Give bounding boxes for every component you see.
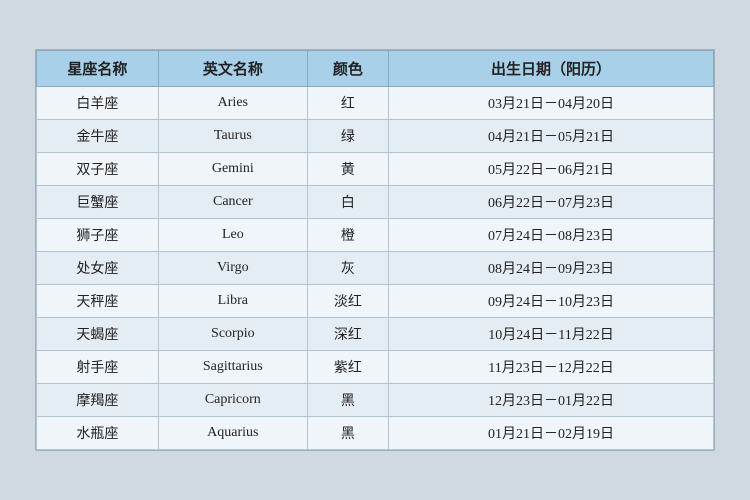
cell-english: Gemini [158,153,307,186]
cell-chinese: 双子座 [37,153,159,186]
cell-color: 黑 [307,384,388,417]
cell-color: 红 [307,87,388,120]
cell-color: 淡红 [307,285,388,318]
table-row: 摩羯座Capricorn黑12月23日－01月22日 [37,384,714,417]
header-english: 英文名称 [158,51,307,87]
cell-chinese: 天蝎座 [37,318,159,351]
cell-chinese: 天秤座 [37,285,159,318]
zodiac-table-container: 星座名称 英文名称 颜色 出生日期（阳历） 白羊座Aries红03月21日－04… [35,49,715,451]
cell-date: 10月24日－11月22日 [389,318,714,351]
cell-english: Scorpio [158,318,307,351]
cell-date: 03月21日－04月20日 [389,87,714,120]
cell-date: 06月22日－07月23日 [389,186,714,219]
cell-date: 07月24日－08月23日 [389,219,714,252]
cell-english: Capricorn [158,384,307,417]
cell-date: 12月23日－01月22日 [389,384,714,417]
header-chinese: 星座名称 [37,51,159,87]
table-row: 巨蟹座Cancer白06月22日－07月23日 [37,186,714,219]
cell-color: 深红 [307,318,388,351]
cell-english: Taurus [158,120,307,153]
cell-english: Libra [158,285,307,318]
table-row: 天蝎座Scorpio深红10月24日－11月22日 [37,318,714,351]
cell-color: 黑 [307,417,388,450]
cell-date: 08月24日－09月23日 [389,252,714,285]
table-row: 白羊座Aries红03月21日－04月20日 [37,87,714,120]
table-row: 处女座Virgo灰08月24日－09月23日 [37,252,714,285]
cell-english: Leo [158,219,307,252]
cell-date: 05月22日－06月21日 [389,153,714,186]
cell-date: 04月21日－05月21日 [389,120,714,153]
cell-color: 紫红 [307,351,388,384]
header-color: 颜色 [307,51,388,87]
cell-english: Sagittarius [158,351,307,384]
cell-date: 11月23日－12月22日 [389,351,714,384]
cell-color: 白 [307,186,388,219]
cell-chinese: 水瓶座 [37,417,159,450]
cell-english: Aries [158,87,307,120]
cell-chinese: 摩羯座 [37,384,159,417]
cell-english: Virgo [158,252,307,285]
table-row: 天秤座Libra淡红09月24日－10月23日 [37,285,714,318]
table-row: 射手座Sagittarius紫红11月23日－12月22日 [37,351,714,384]
table-row: 水瓶座Aquarius黑01月21日－02月19日 [37,417,714,450]
table-header-row: 星座名称 英文名称 颜色 出生日期（阳历） [37,51,714,87]
cell-english: Cancer [158,186,307,219]
cell-chinese: 金牛座 [37,120,159,153]
cell-color: 灰 [307,252,388,285]
table-body: 白羊座Aries红03月21日－04月20日金牛座Taurus绿04月21日－0… [37,87,714,450]
table-row: 双子座Gemini黄05月22日－06月21日 [37,153,714,186]
zodiac-table: 星座名称 英文名称 颜色 出生日期（阳历） 白羊座Aries红03月21日－04… [36,50,714,450]
cell-color: 橙 [307,219,388,252]
table-row: 狮子座Leo橙07月24日－08月23日 [37,219,714,252]
cell-chinese: 射手座 [37,351,159,384]
cell-chinese: 巨蟹座 [37,186,159,219]
cell-date: 01月21日－02月19日 [389,417,714,450]
table-row: 金牛座Taurus绿04月21日－05月21日 [37,120,714,153]
cell-english: Aquarius [158,417,307,450]
cell-chinese: 处女座 [37,252,159,285]
cell-color: 绿 [307,120,388,153]
cell-date: 09月24日－10月23日 [389,285,714,318]
cell-color: 黄 [307,153,388,186]
cell-chinese: 狮子座 [37,219,159,252]
cell-chinese: 白羊座 [37,87,159,120]
header-date: 出生日期（阳历） [389,51,714,87]
